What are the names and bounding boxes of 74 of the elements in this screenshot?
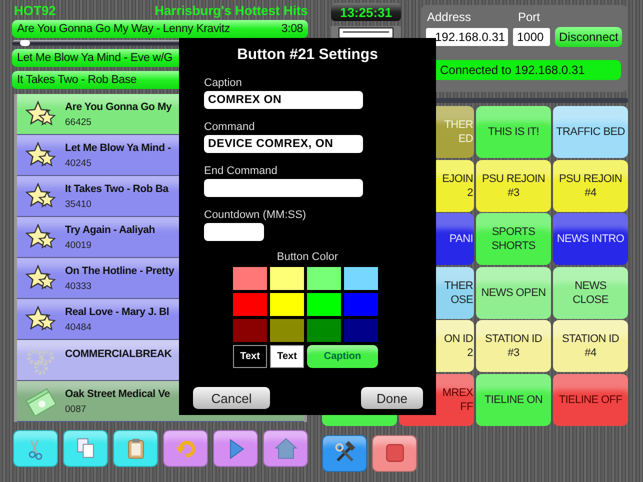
pad-button[interactable]: TRAFFIC BED [553, 106, 628, 158]
color-swatch[interactable] [344, 267, 378, 290]
pad-button[interactable]: SPORTS SHORTS [476, 213, 551, 265]
copy-button[interactable] [63, 430, 108, 467]
text-field[interactable]: COMREX ON [204, 91, 363, 109]
text-field[interactable] [204, 223, 264, 241]
paste-button[interactable] [113, 430, 158, 467]
track-title: Let Me Blow Ya Mind - [65, 142, 171, 154]
home-button[interactable] [263, 430, 308, 467]
text-field[interactable]: DEVICE COMREX, ON [204, 135, 363, 153]
station-slogan: Harrisburg's Hottest Hits [154, 3, 308, 20]
track-title: Real Love - Mary J. Bl [65, 306, 170, 318]
field-label: Command [204, 121, 256, 133]
text-field[interactable] [204, 179, 363, 197]
cancel-button[interactable]: Cancel [193, 387, 270, 409]
done-button[interactable]: Done [361, 387, 423, 409]
track-title: Try Again - Aaliyah [65, 224, 155, 236]
track-title: COMMERCIALBREAK [65, 348, 172, 360]
pad-button[interactable]: NEWS OPEN [476, 266, 551, 318]
track-title: It Takes Two - Rob Ba [65, 182, 168, 194]
pad-button[interactable]: PSU REJOIN #4 [553, 160, 628, 212]
caption-preview: Caption [307, 345, 378, 368]
text-color-option[interactable]: Text [270, 345, 304, 368]
address-field[interactable]: 192.168.0.31 [426, 28, 508, 46]
pad-button[interactable]: NEWS INTRO [553, 213, 628, 265]
pad-button[interactable]: TIELINE ON [476, 374, 551, 426]
color-swatch[interactable] [270, 319, 304, 342]
track-title: Let Me Blow Ya Mind - Eve w/G [17, 52, 172, 64]
color-swatch[interactable] [307, 319, 341, 342]
color-swatch[interactable] [233, 293, 267, 316]
stop-button[interactable] [372, 434, 417, 472]
address-label: Address [426, 10, 472, 26]
progress-thumb[interactable] [20, 40, 30, 46]
pad-button[interactable]: STATION ID #4 [553, 320, 628, 372]
track-time: 3:08 [281, 23, 303, 35]
play-button[interactable] [213, 430, 258, 467]
color-swatch[interactable] [233, 267, 267, 290]
cut-button[interactable] [13, 430, 58, 467]
track-number: 40019 [65, 240, 92, 250]
port-label: Port [518, 10, 540, 26]
undo-button[interactable] [163, 430, 208, 467]
track-title: Are You Gonna Go My [65, 100, 172, 112]
track-number: 40484 [65, 322, 92, 332]
color-swatch[interactable] [270, 293, 304, 316]
track-title: On The Hotline - Pretty [65, 264, 174, 276]
tools-button[interactable] [322, 434, 367, 472]
color-swatch[interactable] [307, 293, 341, 316]
pad-button[interactable]: TIELINE OFF [553, 374, 628, 426]
track-number: 35410 [65, 198, 92, 210]
text-color-option[interactable]: Text [233, 345, 267, 368]
color-swatch[interactable] [307, 267, 341, 290]
now-playing-bar[interactable]: Are You Gonna Go My Way - Lenny Kravitz 3:08 [12, 20, 308, 38]
color-swatch[interactable] [344, 293, 378, 316]
field-label: End Command [204, 165, 278, 177]
track-number: 40333 [65, 280, 92, 292]
pad-button[interactable]: PSU REJOIN #3 [476, 160, 551, 212]
field-label: Caption [204, 77, 243, 89]
color-swatch[interactable] [344, 319, 378, 342]
track-number: 40245 [65, 158, 92, 168]
color-swatch[interactable] [233, 319, 267, 342]
pad-button[interactable]: NEWS CLOSE [553, 266, 628, 318]
color-swatch[interactable] [270, 267, 304, 290]
track-title: Oak Street Medical Ve [65, 388, 170, 400]
track-title: Are You Gonna Go My Way - Lenny Kravitz [17, 23, 230, 35]
disconnect-button[interactable]: Disconnect [555, 27, 622, 47]
pad-button[interactable]: STATION ID #3 [476, 320, 551, 372]
track-number: 66425 [65, 116, 92, 128]
track-title: It Takes Two - Rob Base [17, 74, 137, 86]
station-name: HOT92 [14, 3, 56, 20]
pad-button[interactable]: THIS IS IT! [476, 106, 551, 158]
track-number: 0087 [65, 404, 88, 414]
house-icon [272, 436, 298, 462]
port-field[interactable]: 1000 [513, 28, 550, 46]
clock: 13:25:31 [331, 3, 401, 21]
